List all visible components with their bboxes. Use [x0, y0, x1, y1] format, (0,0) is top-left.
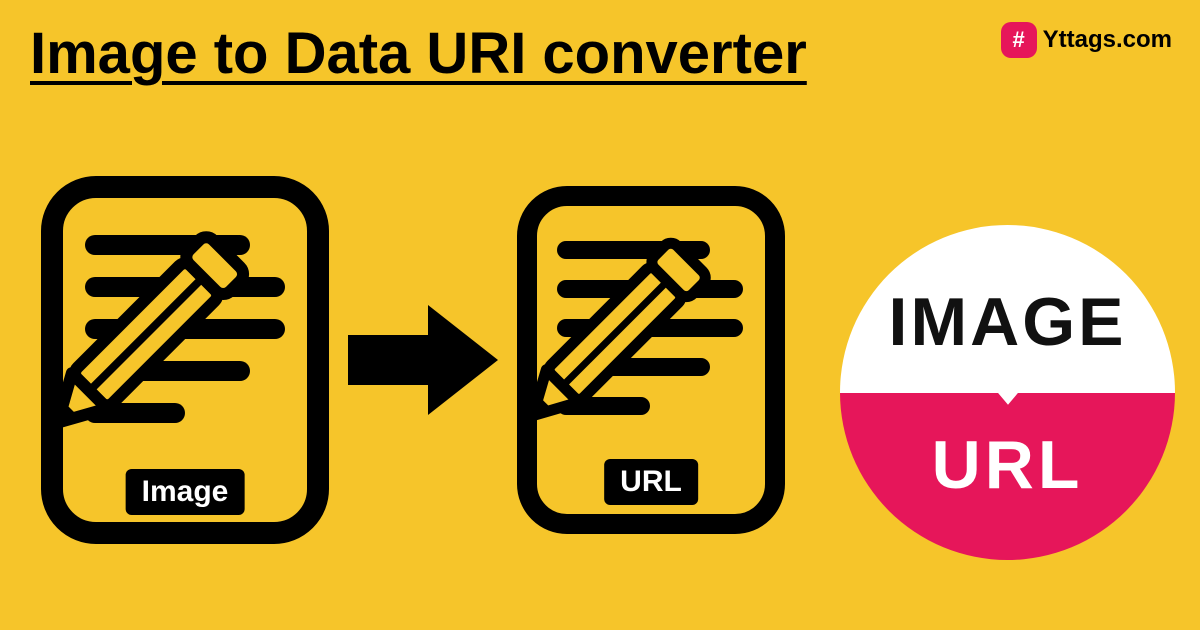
brand-name: Yttags.com: [1043, 26, 1172, 54]
hash-icon: #: [1001, 22, 1037, 58]
arrow-right-icon: [348, 300, 498, 420]
badge-bottom-half: URL: [840, 393, 1175, 561]
badge-top-half: IMAGE: [840, 225, 1175, 393]
image-to-url-badge: IMAGE URL: [840, 225, 1175, 560]
conversion-diagram: Image URL: [40, 175, 786, 545]
triangle-down-icon: [986, 378, 1030, 404]
target-document-icon: URL: [516, 185, 786, 535]
badge-bottom-text: URL: [932, 426, 1084, 504]
brand-logo: # Yttags.com: [1001, 22, 1172, 58]
badge-top-text: IMAGE: [889, 283, 1127, 361]
page-title: Image to Data URI converter: [30, 20, 807, 87]
source-document-icon: Image: [40, 175, 330, 545]
target-label: URL: [604, 459, 698, 505]
source-label: Image: [126, 469, 245, 515]
